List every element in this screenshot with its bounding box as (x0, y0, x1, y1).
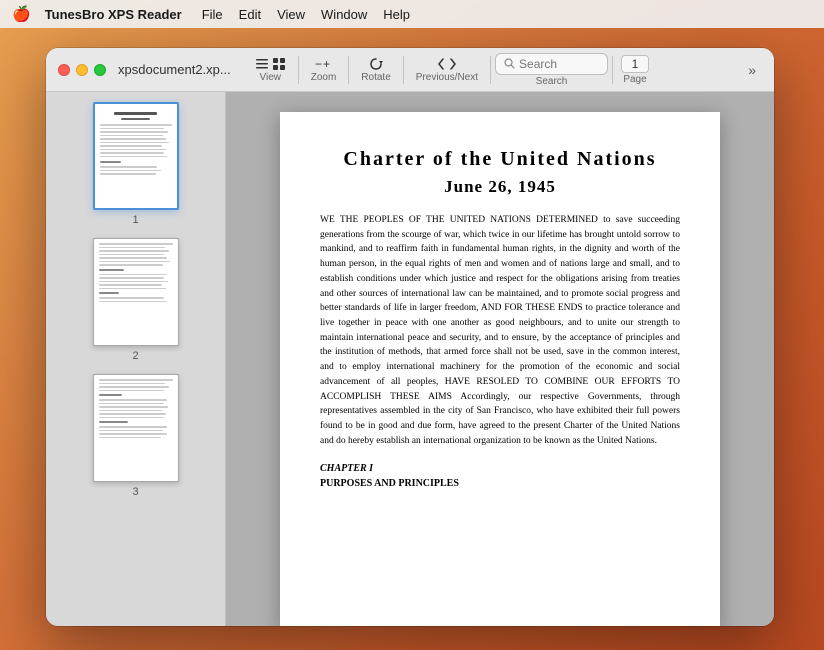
search-input[interactable] (519, 57, 599, 71)
menu-view[interactable]: View (269, 5, 313, 24)
menu-bar: 🍎 TunesBro XPS Reader File Edit View Win… (0, 0, 824, 28)
content-area: 1 (46, 92, 774, 626)
list-icon (255, 57, 269, 71)
document-area: Charter of the United Nations June 26, 1… (226, 92, 774, 626)
window-title: xpsdocument2.xp... (118, 62, 231, 77)
page-thumb-3[interactable]: 3 (93, 374, 179, 498)
sidebar: 1 (46, 92, 226, 626)
prev-next-button[interactable]: Previous/Next (408, 55, 486, 85)
zoom-label: Zoom (311, 72, 337, 83)
page-thumb-1[interactable]: 1 (93, 102, 179, 226)
menu-file[interactable]: File (194, 5, 231, 24)
page-indicator: 1 Page (621, 55, 649, 85)
document-title: Charter of the United Nations (320, 148, 680, 171)
apple-logo-icon: 🍎 (12, 5, 31, 23)
view-label: View (259, 72, 281, 83)
zoom-button[interactable]: − + Zoom (303, 55, 345, 85)
toolbar-divider-1 (298, 56, 299, 84)
view-button[interactable]: View (247, 55, 294, 85)
document-chapter: CHAPTER I (320, 463, 680, 474)
toolbar-divider-4 (490, 56, 491, 84)
search-icon (504, 58, 515, 69)
menu-help[interactable]: Help (375, 5, 418, 24)
close-button[interactable] (58, 64, 70, 76)
thumb-number-3: 3 (132, 486, 138, 498)
thumb-image-1 (93, 102, 179, 210)
toolbar-divider-2 (348, 56, 349, 84)
document-date: June 26, 1945 (320, 177, 680, 197)
rotate-label: Rotate (361, 72, 390, 83)
title-bar: xpsdocument2.xp... View (46, 48, 774, 92)
svg-text:−: − (315, 57, 322, 71)
search-label: Search (536, 76, 568, 87)
traffic-lights (58, 64, 106, 76)
rotate-button[interactable]: Rotate (353, 55, 398, 85)
thumb-image-3 (93, 374, 179, 482)
prev-next-label: Previous/Next (416, 72, 478, 83)
thumb-image-2 (93, 238, 179, 346)
rotate-icon (368, 57, 384, 71)
menu-window[interactable]: Window (313, 5, 375, 24)
thumb-number-2: 2 (132, 350, 138, 362)
thumb-number-1: 1 (132, 214, 138, 226)
app-window: xpsdocument2.xp... View (46, 48, 774, 626)
toolbar-divider-3 (403, 56, 404, 84)
page-number[interactable]: 1 (621, 55, 649, 73)
page-label: Page (623, 74, 646, 85)
more-button[interactable]: » (742, 58, 762, 82)
page-thumb-2[interactable]: 2 (93, 238, 179, 362)
document-body: WE THE PEOPLES OF THE UNITED NATIONS DET… (320, 213, 680, 449)
toolbar-divider-5 (612, 56, 613, 84)
document-section: PURPOSES AND PRINCIPLES (320, 478, 680, 489)
document-page: Charter of the United Nations June 26, 1… (280, 112, 720, 626)
maximize-button[interactable] (94, 64, 106, 76)
menu-edit[interactable]: Edit (231, 5, 269, 24)
app-name: TunesBro XPS Reader (45, 7, 182, 22)
grid-icon (272, 57, 286, 71)
prev-next-icon (436, 57, 458, 71)
search-field[interactable] (495, 53, 608, 75)
minimize-button[interactable] (76, 64, 88, 76)
zoom-icons: − + (315, 57, 333, 71)
search-group: Search (495, 53, 608, 87)
svg-text:+: + (323, 57, 330, 71)
